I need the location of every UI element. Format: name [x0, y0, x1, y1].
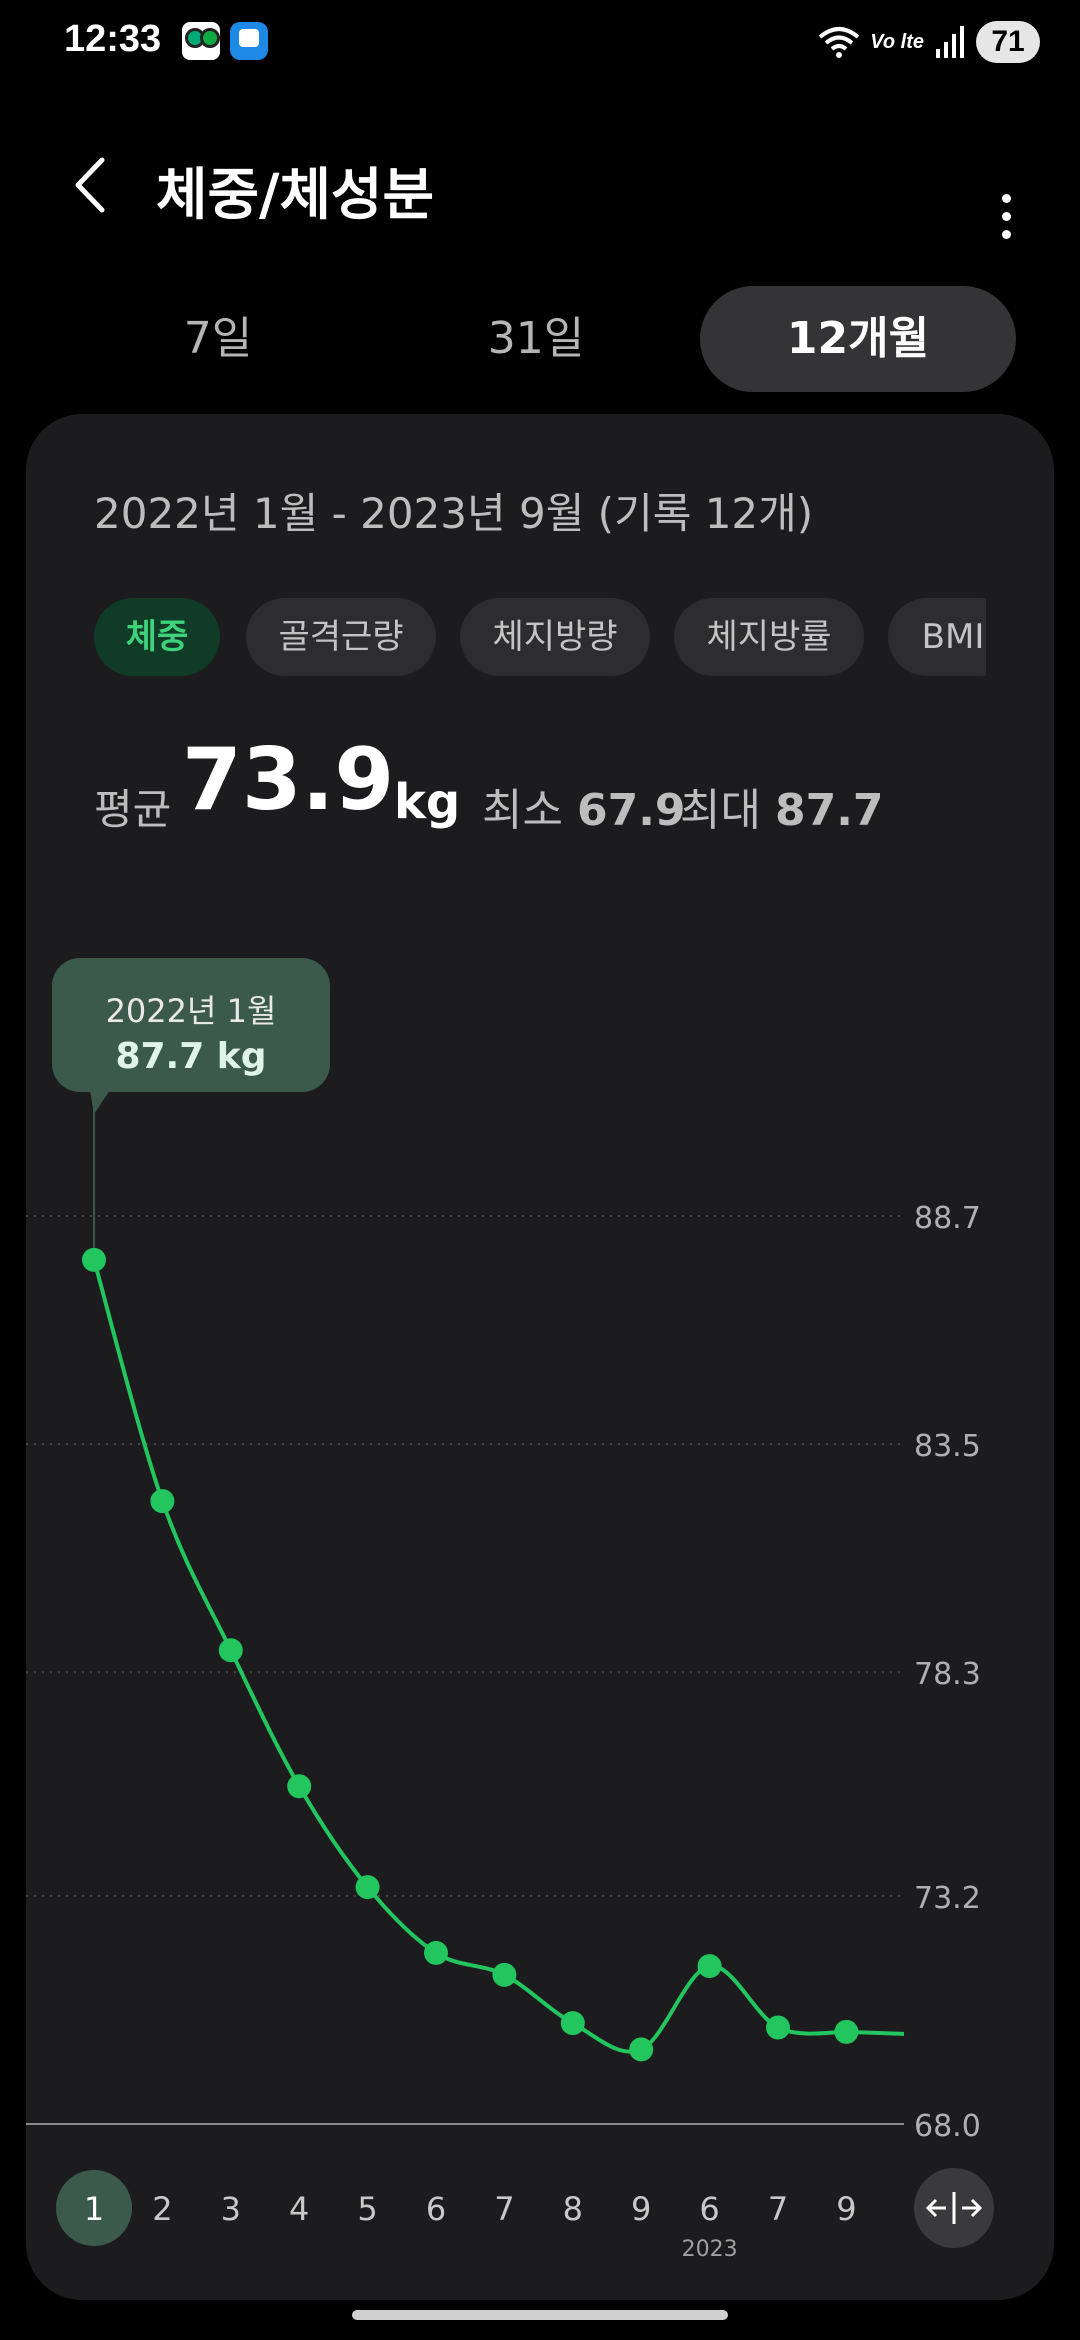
data-point [218, 1638, 243, 1663]
more-vert-icon [1002, 194, 1011, 203]
tab-12-months[interactable]: 12개월 [700, 286, 1016, 392]
series-line [92, 1259, 905, 2054]
y-tick-label: 78.3 [914, 1657, 981, 1692]
selected-point-tooltip: 2022년 1월 87.7 kg [52, 958, 330, 1092]
weight-line-chart[interactable]: 88.7 83.5 78.3 73.2 68.0 1 2 3 4 5 6 7 8 9 6 7 9 2023 [26, 414, 1054, 2300]
app-notification-icon [182, 22, 220, 60]
status-time: 12:33 [64, 18, 162, 60]
data-point [834, 2019, 859, 2044]
data-point [424, 1940, 448, 1965]
expand-chart-button[interactable] [914, 2168, 994, 2248]
chevron-left-icon [75, 157, 105, 213]
data-point [355, 1875, 380, 1900]
x-tick-label: 5 [357, 2190, 377, 2228]
y-tick-label: 88.7 [914, 1201, 981, 1236]
x-tick-label: 4 [289, 2190, 309, 2228]
data-point [287, 1774, 312, 1799]
app-notification-icon [230, 22, 268, 60]
data-point [492, 1962, 517, 1987]
status-bar: 12:33 Vo lte 71 [0, 0, 1080, 84]
y-tick-label: 83.5 [914, 1429, 981, 1464]
data-point [560, 2011, 585, 2036]
y-tick-label: 73.2 [914, 1881, 981, 1916]
more-vert-icon [1002, 212, 1011, 221]
x-tick-label: 1 [84, 2190, 104, 2228]
x-tick-label: 8 [563, 2190, 583, 2228]
x-tick-label: 9 [836, 2190, 856, 2228]
back-button[interactable] [62, 150, 122, 220]
period-tabs: 7일 31일 12개월 [60, 286, 1016, 394]
x-tick-label: 2 [152, 2190, 172, 2228]
tooltip-date: 2022년 1월 [105, 992, 277, 1030]
x-tick-label: 7 [768, 2190, 788, 2228]
home-indicator[interactable] [352, 2310, 728, 2320]
status-icons: Vo lte 71 [818, 20, 1040, 64]
signal-icon [934, 25, 966, 59]
tab-7-days[interactable]: 7일 [60, 286, 376, 392]
expand-horizontal-icon [925, 2192, 983, 2224]
x-tick-label: 6 [426, 2190, 446, 2228]
volte-indicator: Vo lte [870, 30, 924, 53]
battery-indicator: 71 [976, 21, 1040, 63]
data-point [82, 1247, 106, 1272]
data-point [629, 2037, 654, 2062]
weight-chart-card: 2022년 1월 - 2023년 9월 (기록 12개) 체중 골격근량 체지방… [26, 414, 1054, 2300]
y-tick-label: 68.0 [914, 2109, 981, 2144]
page-title: 체중/체성분 [156, 163, 435, 228]
more-vert-icon [1002, 230, 1011, 239]
x-tick-label: 9 [631, 2190, 651, 2228]
more-options-button[interactable] [976, 150, 1036, 239]
tooltip-value: 87.7 kg [115, 1036, 267, 1077]
x-tick-label: 3 [221, 2190, 241, 2228]
app-header: 체중/체성분 [0, 120, 1080, 250]
tab-31-days[interactable]: 31일 [378, 286, 694, 392]
x-tick-label: 7 [494, 2190, 514, 2228]
year-label: 2023 [682, 2237, 738, 2262]
x-tick-label: 6 [699, 2190, 719, 2228]
data-point [697, 1954, 722, 1979]
wifi-icon [818, 25, 860, 59]
data-point [150, 1489, 175, 1514]
data-point [766, 2015, 790, 2040]
